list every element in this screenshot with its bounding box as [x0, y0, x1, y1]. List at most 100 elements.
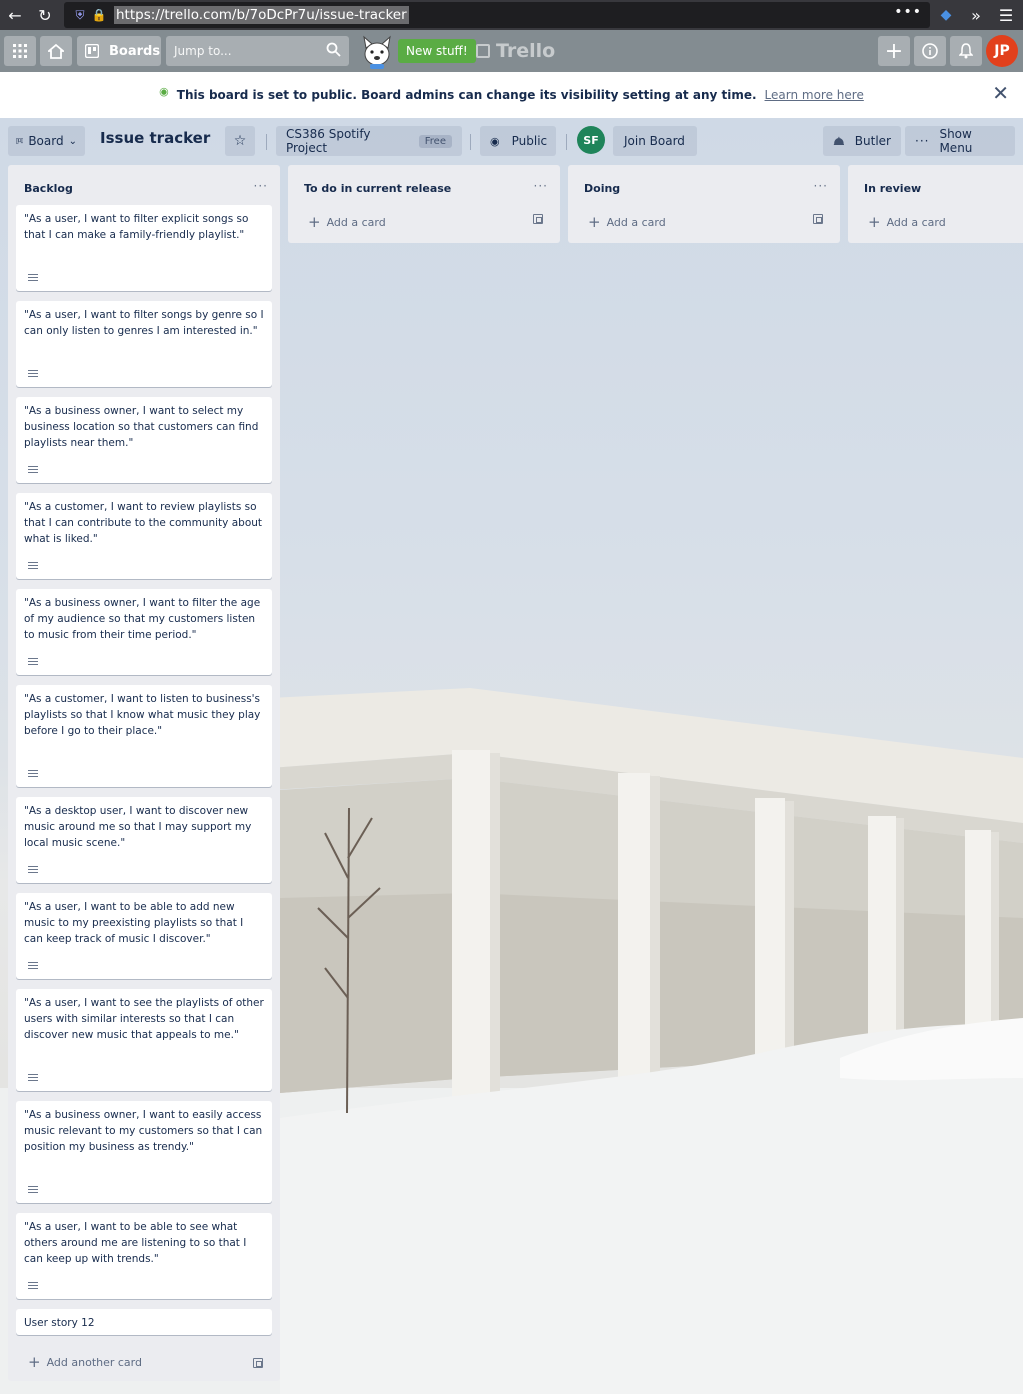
- list-title[interactable]: To do in current release: [304, 182, 451, 195]
- logo-text: Trello: [496, 40, 556, 62]
- user-avatar[interactable]: JP: [986, 35, 1018, 67]
- back-arrow-icon[interactable]: ←: [0, 0, 30, 30]
- card[interactable]: "As a user, I want to be able to add new…: [16, 893, 272, 979]
- butler-bell-icon: [833, 136, 844, 145]
- banner-message: This board is set to public. Board admin…: [176, 88, 757, 102]
- lock-icon[interactable]: 🔒: [90, 8, 108, 22]
- card-title: "As a business owner, I want to select m…: [24, 405, 259, 449]
- join-board-button[interactable]: Join Board: [613, 126, 697, 156]
- reload-icon[interactable]: ↻: [30, 0, 60, 30]
- browser-toolbar: ← ↻ ⛨ 🔒 https://trello.com/b/7oDcPr7u/is…: [0, 0, 1023, 30]
- list-title[interactable]: Backlog: [24, 182, 73, 195]
- list-menu-icon[interactable]: ···: [534, 179, 548, 193]
- search-icon[interactable]: [326, 42, 341, 57]
- list-title[interactable]: In review: [864, 182, 921, 195]
- list-menu-icon[interactable]: ···: [254, 179, 268, 193]
- team-button[interactable]: CS386 Spotify Project Free: [276, 126, 462, 156]
- card[interactable]: "As a customer, I want to review playlis…: [16, 493, 272, 579]
- add-card-button[interactable]: + Add a card: [588, 213, 666, 231]
- plus-icon: +: [28, 1353, 41, 1371]
- bell-icon: [959, 43, 973, 59]
- globe-icon: ◉: [159, 84, 169, 98]
- url-text[interactable]: https://trello.com/b/7oDcPr7u/issue-trac…: [114, 6, 409, 24]
- card[interactable]: "As a customer, I want to listen to busi…: [16, 685, 272, 787]
- overflow-chevron-icon[interactable]: »: [961, 0, 991, 30]
- page-actions-icon[interactable]: •••: [894, 4, 922, 20]
- description-icon: [28, 370, 38, 377]
- card[interactable]: "As a user, I want to filter songs by ge…: [16, 301, 272, 387]
- info-button[interactable]: [914, 36, 946, 66]
- boards-icon: [85, 44, 99, 58]
- app-header: Boards Jump to... New stuff! Trello + JP: [0, 30, 1023, 72]
- add-card-button[interactable]: + Add another card: [28, 1353, 142, 1371]
- taco-mascot-icon[interactable]: [358, 34, 396, 70]
- card[interactable]: "As a user, I want to see the playlists …: [16, 989, 272, 1091]
- star-button[interactable]: ☆: [225, 126, 255, 156]
- card[interactable]: "As a business owner, I want to filter t…: [16, 589, 272, 675]
- learn-more-link[interactable]: Learn more here: [765, 88, 864, 102]
- card-title: "As a desktop user, I want to discover n…: [24, 805, 252, 849]
- visibility-button[interactable]: ◉ Public: [480, 126, 556, 156]
- boards-button[interactable]: Boards: [77, 36, 161, 66]
- card-template-icon[interactable]: [253, 1358, 263, 1368]
- notifications-button[interactable]: [950, 36, 982, 66]
- list-title[interactable]: Doing: [584, 182, 620, 195]
- card[interactable]: "As a user, I want to be able to see wha…: [16, 1213, 272, 1299]
- list-menu-icon[interactable]: ···: [814, 179, 828, 193]
- trello-logo[interactable]: Trello: [476, 40, 555, 62]
- card-title: "As a user, I want to see the playlists …: [24, 997, 264, 1041]
- card-title: "As a customer, I want to review playlis…: [24, 501, 263, 545]
- card-title: "As a user, I want to filter explicit so…: [24, 213, 249, 241]
- extension-gem-icon[interactable]: ◆: [931, 0, 961, 30]
- apps-grid-button[interactable]: [4, 36, 36, 66]
- card[interactable]: "As a business owner, I want to select m…: [16, 397, 272, 483]
- new-stuff-badge[interactable]: New stuff!: [398, 39, 476, 63]
- public-board-banner: ◉ This board is set to public. Board adm…: [0, 72, 1023, 118]
- card[interactable]: "As a desktop user, I want to discover n…: [16, 797, 272, 883]
- close-icon[interactable]: ✕: [992, 81, 1009, 105]
- hamburger-menu-icon[interactable]: ☰: [991, 0, 1021, 30]
- info-icon: [922, 43, 938, 59]
- boards-label: Boards: [109, 43, 161, 59]
- divider: [470, 134, 471, 150]
- card[interactable]: User story 12: [16, 1309, 272, 1335]
- list-backlog: Backlog ··· "As a user, I want to filter…: [8, 165, 280, 1381]
- create-button[interactable]: +: [878, 36, 910, 66]
- plus-icon: +: [308, 213, 321, 231]
- card-title: User story 12: [24, 1317, 95, 1329]
- trello-logo-icon: [476, 44, 490, 58]
- butler-button[interactable]: Butler: [823, 126, 901, 156]
- card-title: "As a business owner, I want to easily a…: [24, 1109, 263, 1153]
- description-icon: [28, 466, 38, 473]
- view-switcher-button[interactable]: Board ⌄: [8, 126, 85, 156]
- board-title[interactable]: Issue tracker: [100, 129, 210, 147]
- description-icon: [28, 562, 38, 569]
- show-menu-button[interactable]: ··· Show Menu: [905, 126, 1015, 156]
- add-card-label: Add another card: [46, 1355, 142, 1369]
- add-card-button[interactable]: + Add a card: [308, 213, 386, 231]
- add-card-button[interactable]: + Add a card: [868, 213, 946, 231]
- card-title: "As a user, I want to be able to see wha…: [24, 1221, 247, 1265]
- divider: [566, 134, 567, 150]
- apps-grid-icon: [13, 44, 27, 58]
- card[interactable]: "As a business owner, I want to easily a…: [16, 1101, 272, 1203]
- url-bar[interactable]: ⛨ 🔒 https://trello.com/b/7oDcPr7u/issue-…: [64, 2, 930, 28]
- jump-to-search[interactable]: Jump to...: [166, 36, 349, 66]
- member-avatar[interactable]: SF: [577, 126, 605, 154]
- more-dots-icon: ···: [915, 134, 930, 148]
- star-icon: ☆: [233, 133, 247, 149]
- list-todo: To do in current release ··· + Add a car…: [288, 165, 560, 243]
- add-card-label: Add a card: [606, 215, 666, 229]
- card-title: "As a business owner, I want to filter t…: [24, 597, 261, 641]
- card[interactable]: "As a user, I want to filter explicit so…: [16, 205, 272, 291]
- card-title: "As a user, I want to be able to add new…: [24, 901, 244, 945]
- list-doing: Doing ··· + Add a card: [568, 165, 840, 243]
- description-icon: [28, 1282, 38, 1289]
- search-placeholder: Jump to...: [174, 44, 232, 58]
- description-icon: [28, 866, 38, 873]
- tracking-shield-icon[interactable]: ⛨: [70, 8, 90, 23]
- card-template-icon[interactable]: [813, 214, 823, 224]
- card-template-icon[interactable]: [533, 214, 543, 224]
- home-button[interactable]: [40, 36, 72, 66]
- plus-icon: +: [588, 213, 601, 231]
